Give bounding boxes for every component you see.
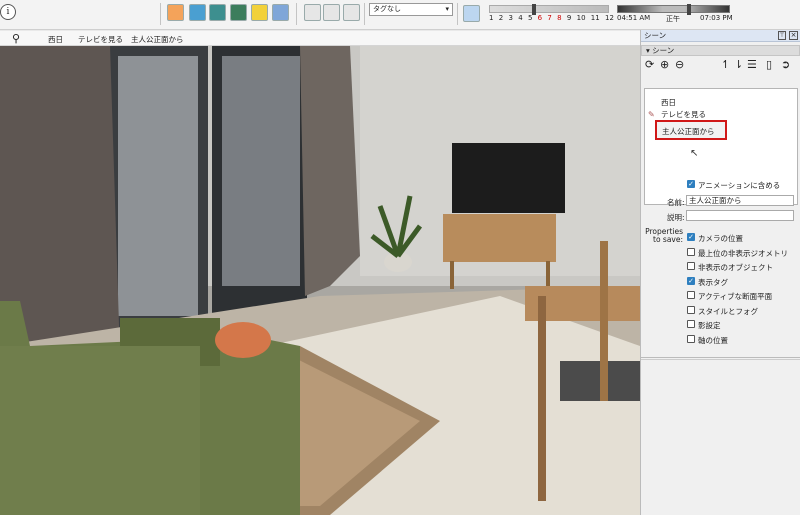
property-checkbox[interactable]: ✓ — [687, 233, 695, 241]
toolbar-separator — [160, 3, 161, 25]
month-label: 6 — [537, 14, 543, 22]
close-icon[interactable]: × — [789, 31, 798, 40]
delete-scene-icon[interactable]: ▯ — [766, 58, 772, 72]
property-label: 最上位の非表示ジオメトリ — [698, 248, 788, 258]
month-label: 1 — [489, 14, 494, 22]
property-label: カメラの位置 — [698, 234, 743, 243]
update-scene-tool-icon[interactable] — [189, 4, 206, 21]
pencil-icon: ✎ — [648, 110, 655, 119]
add-scene-icon[interactable]: ⊕ — [660, 58, 669, 72]
next-scene-icon[interactable] — [343, 4, 360, 21]
property-checkbox[interactable] — [687, 305, 695, 314]
scene-name-field[interactable]: 主人公正面から — [686, 195, 794, 206]
property-label: スタイルとフォグ — [698, 306, 758, 316]
property-checkbox[interactable] — [687, 334, 695, 343]
scenes-section-header[interactable]: ▾ シーン — [641, 45, 800, 56]
remove-scene-icon[interactable]: ⊖ — [675, 58, 684, 72]
scene-tab[interactable]: 西日 — [48, 34, 63, 45]
list-item[interactable]: 西日 — [661, 97, 676, 108]
panel-title: シーン — [644, 31, 667, 40]
help-tool-icon[interactable] — [272, 4, 289, 21]
position-camera-icon[interactable] — [304, 4, 321, 21]
month-label: 8 — [557, 14, 562, 22]
pin-icon[interactable]: ⊤ — [778, 31, 786, 40]
time-slider-thumb[interactable] — [686, 4, 691, 15]
walk-tool-icon[interactable] — [209, 4, 226, 21]
toolbar-separator — [364, 3, 365, 25]
panel-divider — [641, 357, 800, 360]
month-label: 12 — [604, 14, 614, 22]
month-slider[interactable] — [489, 4, 609, 15]
paint-tool-icon[interactable] — [251, 4, 268, 21]
toolbar-separator — [457, 3, 458, 25]
month-labels: 1 2 3 4 5 6 7 8 9 10 11 12 — [489, 14, 614, 22]
month-label: 5 — [527, 14, 533, 22]
search-icon[interactable]: ⚲ — [12, 32, 20, 45]
month-label: 10 — [576, 14, 586, 22]
property-label: 軸の位置 — [698, 335, 728, 345]
toolbar-separator — [296, 3, 297, 25]
panel-title-bar: シーン ⊤ × — [641, 30, 800, 42]
include-animation-label: アニメーションに含める — [698, 181, 781, 190]
time-start-label: 04:51 AM — [617, 14, 651, 22]
property-label: アクティブな断面平面 — [698, 292, 773, 301]
scene-tools: ⟳ ⊕ ⊖ ↿ ⇂ ☰ ▯ ➲ — [641, 56, 800, 76]
property-label: 影設定 — [698, 321, 721, 330]
properties-label: Properties to save: — [645, 227, 683, 244]
scenes-panel: シーン ⊤ × ▾ シーン ⟳ ⊕ ⊖ ↿ ⇂ ☰ ▯ ➲ ✎ 西日 テレビを見… — [640, 30, 800, 515]
add-scene-tool-icon[interactable] — [167, 4, 184, 21]
view-options-icon[interactable]: ☰ — [747, 58, 757, 72]
month-label: 2 — [498, 14, 504, 22]
month-label: 11 — [590, 14, 600, 22]
section-title: シーン — [652, 46, 675, 55]
month-label: 7 — [547, 14, 552, 22]
month-label: 3 — [508, 14, 513, 22]
details-toggle-icon[interactable]: ➲ — [781, 58, 790, 72]
refresh-icon[interactable]: ⟳ — [645, 58, 654, 72]
scene-tab-bar: ⚲ 西日 テレビを見る 主人公正面から — [0, 31, 640, 46]
chevron-down-icon: ▾ — [445, 5, 449, 13]
property-checkbox[interactable] — [687, 247, 695, 256]
time-end-label: 07:03 PM — [700, 14, 733, 22]
move-down-icon[interactable]: ⇂ — [734, 58, 743, 72]
room-render — [0, 46, 640, 515]
scene-tab[interactable]: テレビを見る — [78, 34, 123, 45]
property-label: 表示タグ — [698, 277, 728, 287]
property-checkbox[interactable] — [687, 262, 695, 270]
description-label: 説明: — [667, 213, 685, 222]
tag-select[interactable]: タグなし ▾ — [369, 3, 453, 16]
mouse-cursor-icon: ↖ — [690, 148, 699, 159]
shadow-toggle-icon[interactable] — [463, 5, 480, 22]
model-viewport[interactable] — [0, 46, 640, 515]
month-label: 4 — [518, 14, 523, 22]
list-item[interactable]: テレビを見る — [661, 109, 706, 120]
move-up-icon[interactable]: ↿ — [721, 58, 730, 72]
include-animation-checkbox[interactable]: ✓ — [687, 180, 695, 188]
property-checkbox[interactable] — [687, 291, 695, 299]
name-label: 名前: — [667, 198, 685, 207]
time-slider[interactable] — [617, 4, 730, 15]
section-tool-icon[interactable] — [230, 4, 247, 21]
info-button[interactable]: i — [0, 4, 16, 20]
scene-tab[interactable]: 主人公正面から — [131, 34, 184, 45]
scene-description-field[interactable] — [686, 210, 794, 221]
property-checkbox[interactable]: ✓ — [687, 276, 695, 285]
list-item-selected[interactable]: 主人公正面から — [655, 120, 727, 140]
property-checkbox[interactable] — [687, 320, 695, 328]
time-noon-label: 正午 — [666, 15, 680, 23]
copy-tool-icon[interactable] — [323, 4, 340, 21]
property-label: 非表示のオブジェクト — [698, 263, 773, 272]
main-toolbar: i タグなし ▾ 1 2 3 4 5 6 7 8 9 10 11 12 04:51 AM 正午 07:0… — [0, 0, 800, 30]
month-label: 9 — [566, 14, 572, 22]
